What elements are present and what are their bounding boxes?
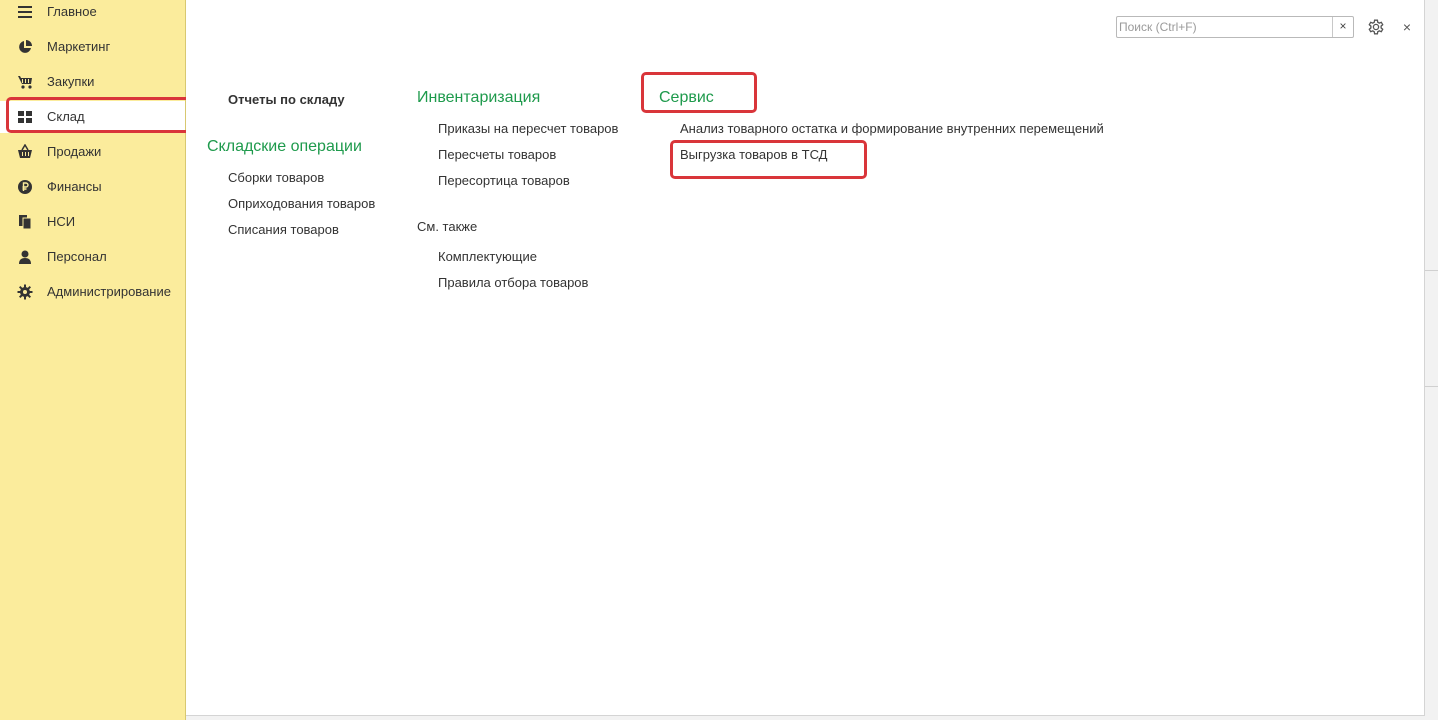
sidebar-item-warehouse[interactable]: Склад [0,101,185,133]
link-regrading[interactable]: Пересортица товаров [438,173,570,188]
see-also-title: См. также [417,219,478,234]
sidebar-item-sales[interactable]: Продажи [0,136,185,168]
group-title-service: Сервис [659,89,714,106]
right-gutter [1425,0,1438,720]
link-components[interactable]: Комплектующие [438,249,537,264]
main-panel [186,0,1425,716]
close-icon[interactable]: × [1400,18,1414,36]
person-icon [17,249,33,265]
sidebar-item-marketing[interactable]: Маркетинг [0,31,185,63]
search-clear-button[interactable]: × [1332,17,1353,37]
warehouse-grid-icon [17,109,33,125]
ruble-coin-icon [17,179,33,195]
link-receipts[interactable]: Оприходования товаров [228,196,375,211]
link-recounts[interactable]: Пересчеты товаров [438,147,556,162]
sidebar-item-label: Склад [47,109,85,124]
sidebar-item-main[interactable]: Главное [0,0,185,28]
link-export-to-tsd[interactable]: Выгрузка товаров в ТСД [680,147,828,162]
cart-icon [17,74,33,90]
sidebar-item-label: Продажи [47,144,102,159]
documents-icon [17,214,33,230]
group-title-warehouse-operations: Складские операции [207,138,362,155]
sidebar: Главное Маркетинг Закупки Склад Продажи [0,0,191,720]
search-box: × [1116,16,1354,38]
search-input[interactable] [1119,18,1333,36]
app-window: Главное Маркетинг Закупки Склад Продажи [0,0,1438,720]
basket-icon [17,144,33,160]
sidebar-item-label: НСИ [47,214,76,229]
gear-icon [17,284,33,300]
sidebar-item-purchases[interactable]: Закупки [0,66,185,98]
link-stock-analysis[interactable]: Анализ товарного остатка и формирование … [680,121,1104,136]
link-selection-rules[interactable]: Правила отбора товаров [438,275,588,290]
gutter-divider [1425,270,1438,271]
group-title-inventory: Инвентаризация [417,89,541,106]
sidebar-item-label: Главное [47,4,97,19]
sidebar-item-nsi[interactable]: НСИ [0,206,185,238]
sidebar-item-label: Закупки [47,74,95,89]
sidebar-item-personnel[interactable]: Персонал [0,241,185,273]
gutter-divider [1425,386,1438,387]
pie-chart-icon [17,39,33,55]
sidebar-item-label: Маркетинг [47,39,111,54]
sidebar-item-label: Персонал [47,249,107,264]
sidebar-item-finance[interactable]: Финансы [0,171,185,203]
link-recount-orders[interactable]: Приказы на пересчет товаров [438,121,618,136]
menu-icon [17,4,33,20]
settings-gear-icon[interactable] [1367,18,1385,36]
sidebar-item-label: Администрирование [47,284,171,299]
link-write-offs[interactable]: Списания товаров [228,222,339,237]
sidebar-item-label: Финансы [47,179,102,194]
reports-link[interactable]: Отчеты по складу [228,92,345,107]
link-assemblies[interactable]: Сборки товаров [228,170,324,185]
sidebar-item-administration[interactable]: Администрирование [0,276,185,308]
